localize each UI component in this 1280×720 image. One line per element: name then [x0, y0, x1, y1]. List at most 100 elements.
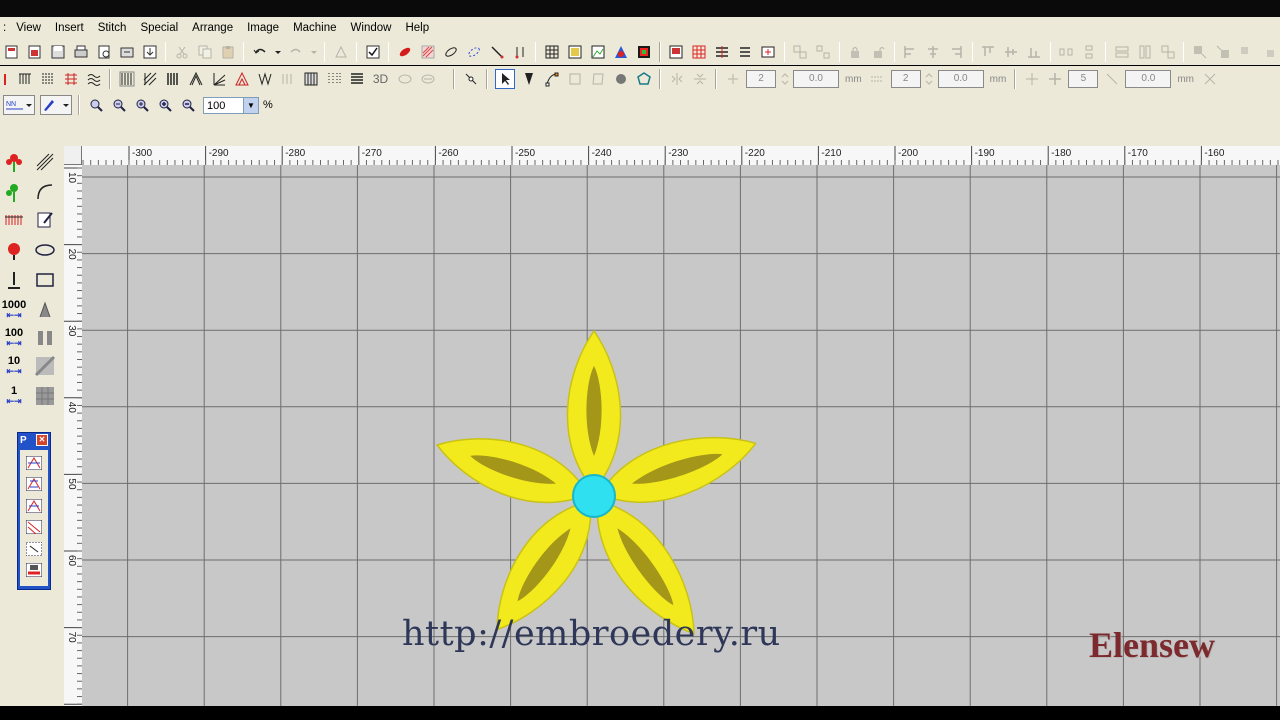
mirror-horizontal-icon[interactable] — [668, 70, 686, 88]
show-outline-only-icon[interactable] — [442, 43, 460, 61]
polygon-icon[interactable] — [635, 70, 653, 88]
menu-machine[interactable]: Machine — [286, 17, 343, 39]
jump-1-button[interactable]: 1 ⇤⇥ — [0, 384, 28, 408]
distribute-vertical-icon[interactable] — [1080, 43, 1098, 61]
palette-machine-icon[interactable] — [26, 563, 42, 577]
align-bottom-icon[interactable] — [1025, 43, 1043, 61]
jump-100-button[interactable]: 100 ⇤⇥ — [0, 326, 28, 350]
three-d-icon[interactable]: 3D — [371, 70, 391, 88]
menu-help[interactable]: Help — [398, 17, 436, 39]
menu-image[interactable]: Image — [240, 17, 286, 39]
paste-icon[interactable] — [219, 43, 237, 61]
show-outlines-icon[interactable] — [396, 43, 414, 61]
show-grid-icon[interactable] — [543, 43, 561, 61]
zoom-all-icon[interactable] — [110, 96, 128, 114]
star-fill-icon[interactable] — [233, 70, 251, 88]
zigzag-fill-icon[interactable] — [256, 70, 274, 88]
skew-icon[interactable] — [589, 70, 607, 88]
gradient-fill-icon[interactable] — [33, 354, 57, 378]
carving-icon[interactable] — [419, 70, 437, 88]
show-connectors-icon[interactable] — [511, 43, 529, 61]
grid-settings-icon[interactable] — [690, 43, 708, 61]
arc-tool-icon[interactable] — [33, 180, 57, 204]
align-left-icon[interactable] — [901, 43, 919, 61]
open-design-icon[interactable] — [26, 43, 44, 61]
menu-window[interactable]: Window — [344, 17, 399, 39]
send-to-machine-icon[interactable] — [141, 43, 159, 61]
same-width-icon[interactable] — [1113, 43, 1131, 61]
redo-icon[interactable] — [287, 43, 305, 61]
cut-icon[interactable] — [173, 43, 191, 61]
motif-stitch-icon[interactable] — [2, 180, 26, 204]
wave-fill-icon[interactable] — [85, 70, 103, 88]
color-change-icon[interactable] — [2, 238, 26, 262]
jump-1000-button[interactable]: 1000 ⇤⇥ — [0, 298, 28, 322]
show-color-film-icon[interactable] — [635, 43, 653, 61]
unlock-icon[interactable] — [869, 43, 887, 61]
fan-fill-icon[interactable] — [210, 70, 228, 88]
copy-icon[interactable] — [196, 43, 214, 61]
menu-arrange[interactable]: Arrange — [185, 17, 240, 39]
palette-outline-icon[interactable] — [26, 520, 42, 534]
show-list-icon[interactable] — [736, 43, 754, 61]
tatami-stitch-icon[interactable] — [62, 70, 80, 88]
rotate-icon[interactable] — [566, 70, 584, 88]
appliqué-icon[interactable] — [279, 70, 297, 88]
clone-icon[interactable] — [33, 298, 57, 322]
complex-fill-icon[interactable] — [187, 70, 205, 88]
new-design-icon[interactable] — [3, 43, 21, 61]
jump-10-button[interactable]: 10 ⇤⇥ — [0, 354, 28, 378]
parallel-lines-icon[interactable] — [33, 150, 57, 174]
align-center-icon[interactable] — [924, 43, 942, 61]
print-icon[interactable] — [72, 43, 90, 61]
redo-dropdown-icon[interactable] — [310, 43, 318, 61]
palette-tatami-icon[interactable] — [26, 499, 42, 513]
more-icon[interactable] — [1201, 70, 1219, 88]
trim-icon[interactable] — [2, 268, 26, 292]
offset-field-1[interactable]: 0.0 — [793, 70, 839, 88]
lock-count-field[interactable]: 2 — [746, 70, 776, 88]
save-icon[interactable] — [49, 43, 67, 61]
spacing-icon[interactable] — [868, 70, 886, 88]
undo-dropdown-icon[interactable] — [274, 43, 282, 61]
show-dotted-icon[interactable] — [465, 43, 483, 61]
bring-to-front-icon[interactable] — [1214, 43, 1232, 61]
align-right-icon[interactable] — [947, 43, 965, 61]
pen-select-icon[interactable] — [39, 95, 72, 115]
menu-insert[interactable]: Insert — [48, 17, 91, 39]
menu-special[interactable]: Special — [133, 17, 185, 39]
needle-icon[interactable] — [520, 70, 538, 88]
ellipse-tool-icon[interactable] — [33, 238, 57, 262]
thread-selector-icon[interactable]: NN — [2, 95, 35, 115]
palette-title-bar[interactable]: P ✕ — [18, 433, 50, 447]
emboss-icon[interactable] — [396, 70, 414, 88]
zoom-level-combobox[interactable]: 100 ▼ — [203, 96, 259, 114]
stipple-icon[interactable] — [325, 70, 343, 88]
show-picture-icon[interactable] — [589, 43, 607, 61]
zoom-out-icon[interactable] — [179, 96, 197, 114]
offset-spin-icon[interactable] — [781, 70, 789, 88]
edit-shape-icon[interactable] — [33, 208, 57, 232]
undo-icon[interactable] — [251, 43, 269, 61]
palette-applique-icon[interactable] — [26, 542, 42, 556]
running-stitch-icon[interactable] — [3, 70, 11, 88]
show-stitches-icon[interactable] — [364, 43, 382, 61]
zoom-window-icon[interactable] — [87, 96, 105, 114]
align-middle-icon[interactable] — [1002, 43, 1020, 61]
ungroup-icon[interactable] — [814, 43, 832, 61]
send-backward-icon[interactable] — [1237, 43, 1255, 61]
edit-points-icon[interactable] — [543, 70, 561, 88]
column-b-icon[interactable] — [141, 70, 159, 88]
lock-count-field-2[interactable]: 2 — [890, 70, 921, 88]
show-design-info-icon[interactable] — [759, 43, 777, 61]
export-icon[interactable] — [118, 43, 136, 61]
show-fill-icon[interactable] — [419, 43, 437, 61]
column-c-icon[interactable] — [164, 70, 182, 88]
show-measure-icon[interactable] — [713, 43, 731, 61]
show-needle-points-icon[interactable] — [488, 43, 506, 61]
mirror-vertical-icon[interactable] — [691, 70, 709, 88]
satin-column-icon[interactable] — [16, 70, 34, 88]
step-count-field[interactable]: 5 — [1068, 70, 1099, 88]
repeat-icon[interactable] — [1103, 70, 1121, 88]
offset-spin-icon-2[interactable] — [925, 70, 933, 88]
